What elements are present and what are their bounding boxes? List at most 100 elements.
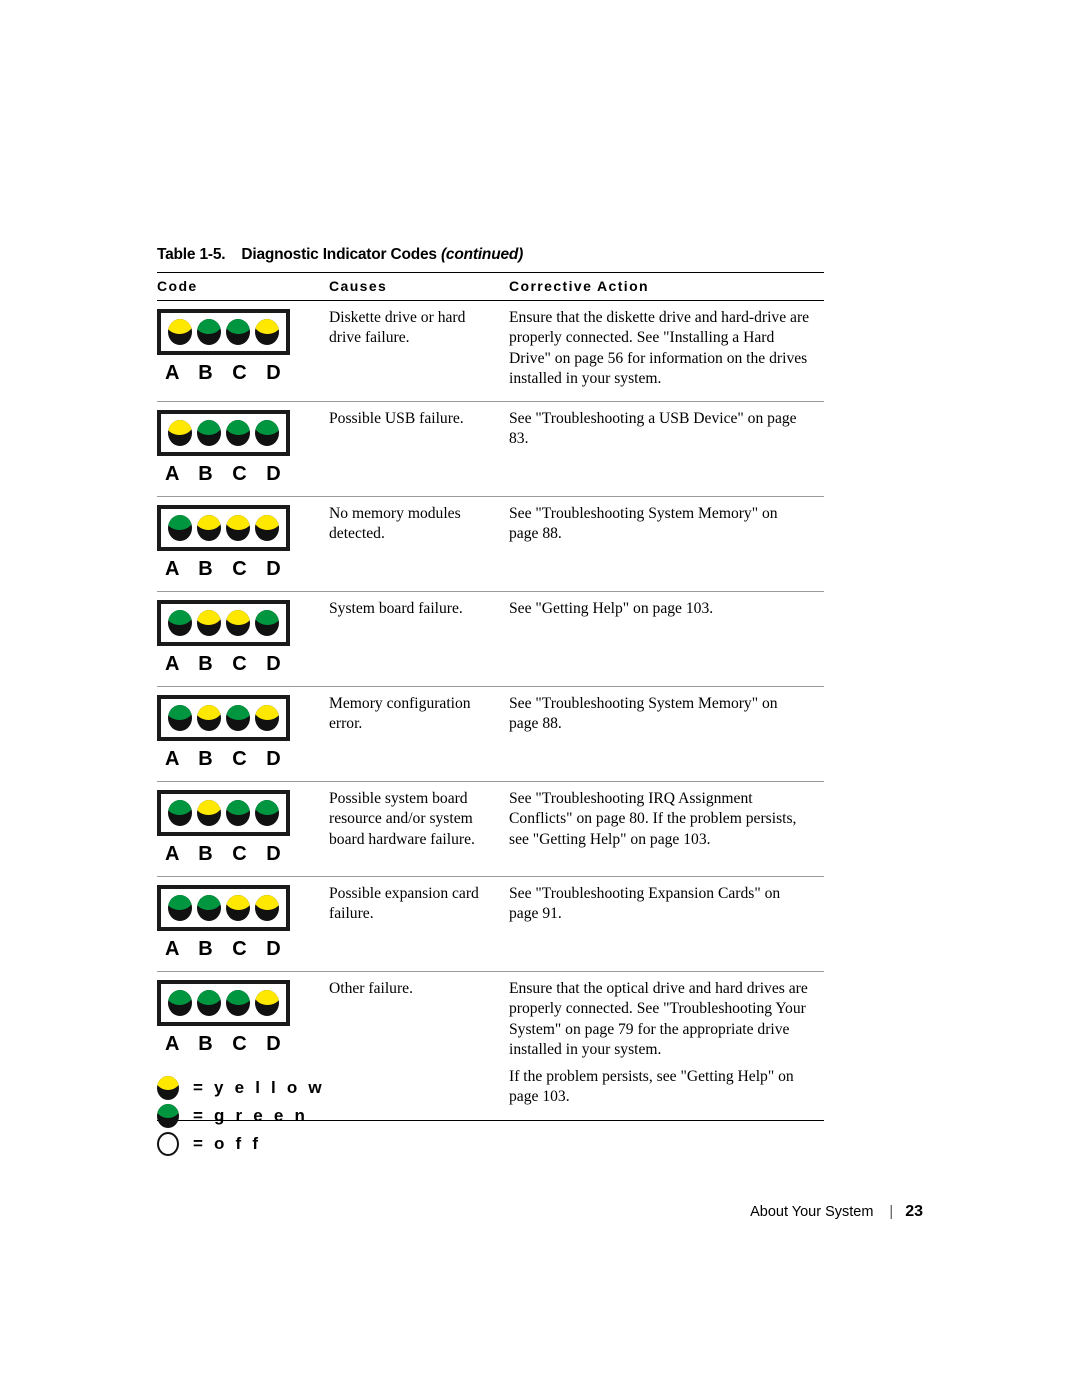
legend-led-green-icon bbox=[157, 1104, 179, 1128]
corrective-action-cell: See "Troubleshooting IRQ Assignment Conf… bbox=[509, 781, 824, 878]
legend-label: = o f f bbox=[193, 1134, 262, 1153]
legend-row: = o f f bbox=[157, 1130, 557, 1158]
led-position-labels: A B C D bbox=[165, 558, 288, 581]
corrective-action-paragraph: Ensure that the diskette drive and hard-… bbox=[509, 309, 810, 387]
corrective-action-cell: See "Troubleshooting System Memory" on p… bbox=[509, 686, 824, 783]
corrective-action-paragraph: Ensure that the optical drive and hard d… bbox=[509, 980, 808, 1058]
led-a-green-icon bbox=[167, 610, 192, 637]
led-indicator-box bbox=[157, 309, 290, 355]
led-b-yellow-icon bbox=[196, 610, 221, 637]
table-row: A B C D No memory modules detected. See "T… bbox=[157, 496, 824, 593]
led-d-yellow-icon bbox=[255, 705, 280, 732]
led-b-yellow-icon bbox=[196, 515, 221, 542]
cause-cell: Possible USB failure. bbox=[329, 401, 509, 498]
led-b-yellow-icon bbox=[196, 705, 221, 732]
table-caption: Table 1-5. Diagnostic Indicator Codes (co… bbox=[157, 246, 523, 264]
corrective-action-paragraph: See "Troubleshooting a USB Device" on pa… bbox=[509, 410, 797, 448]
led-indicator-box bbox=[157, 505, 290, 552]
led-c-green-icon bbox=[226, 319, 251, 345]
led-position-labels: A B C D bbox=[165, 463, 288, 486]
cause-cell: No memory modules detected. bbox=[329, 496, 509, 593]
table-row: A B C D Possible expansion card failure. S… bbox=[157, 876, 824, 973]
led-a-green-icon bbox=[167, 800, 192, 827]
led-d-yellow-icon bbox=[255, 895, 280, 922]
led-b-green-icon bbox=[196, 990, 221, 1017]
led-indicator-box bbox=[157, 600, 290, 647]
legend-led-yellow-icon bbox=[157, 1076, 179, 1100]
legend-led-off-icon bbox=[157, 1132, 179, 1156]
led-c-green-icon bbox=[226, 705, 251, 732]
led-position-labels: A B C D bbox=[165, 1033, 288, 1056]
led-c-yellow-icon bbox=[226, 895, 251, 922]
corrective-action-paragraph: See "Troubleshooting System Memory" on p… bbox=[509, 505, 778, 543]
corrective-action-cell: Ensure that the diskette drive and hard-… bbox=[509, 300, 824, 403]
led-a-green-icon bbox=[167, 990, 192, 1017]
corrective-action-paragraph: See "Troubleshooting System Memory" on p… bbox=[509, 695, 778, 733]
led-c-green-icon bbox=[226, 990, 251, 1017]
footer-page-number: 23 bbox=[905, 1203, 923, 1220]
led-b-yellow-icon bbox=[196, 800, 221, 827]
led-indicator-box bbox=[157, 980, 290, 1027]
led-indicator-box bbox=[157, 885, 290, 932]
led-d-green-icon bbox=[255, 610, 280, 637]
cause-cell: Memory configuration error. bbox=[329, 686, 509, 783]
legend-row: = g r e e n bbox=[157, 1102, 557, 1130]
table-continued-marker: (continued) bbox=[440, 246, 524, 263]
table-row: A B C D Possible USB failure. See "Trouble… bbox=[157, 401, 824, 498]
legend-row: = y e l l o w bbox=[157, 1074, 557, 1102]
led-indicator-box bbox=[157, 790, 290, 837]
column-header-code: Code bbox=[157, 272, 329, 301]
led-b-green-icon bbox=[196, 420, 221, 447]
led-c-green-icon bbox=[226, 800, 251, 827]
footer-separator: | bbox=[889, 1204, 894, 1220]
column-header-causes: Causes bbox=[329, 272, 509, 301]
led-c-yellow-icon bbox=[226, 610, 251, 637]
led-position-labels: A B C D bbox=[165, 843, 288, 866]
led-d-green-icon bbox=[255, 420, 280, 447]
corrective-action-paragraph: See "Getting Help" on page 103. bbox=[509, 600, 714, 618]
code-cell: A B C D bbox=[157, 876, 329, 973]
led-b-green-icon bbox=[196, 895, 221, 922]
led-b-green-icon bbox=[196, 319, 221, 345]
table-row: A B C D System board failure. See "Getting… bbox=[157, 591, 824, 688]
led-indicator-box bbox=[157, 410, 290, 457]
table-body: A B C D Diskette drive or hard drive fail… bbox=[157, 300, 824, 1121]
led-d-yellow-icon bbox=[255, 319, 280, 345]
cause-cell: Possible system board resource and/or sy… bbox=[329, 781, 509, 878]
corrective-action-paragraph: See "Troubleshooting Expansion Cards" on… bbox=[509, 885, 781, 923]
table-title-text: Diagnostic Indicator Codes bbox=[241, 246, 437, 263]
cause-cell: System board failure. bbox=[329, 591, 509, 688]
legend-label: = g r e e n bbox=[193, 1106, 309, 1125]
led-d-yellow-icon bbox=[255, 515, 280, 542]
document-page: Table 1-5. Diagnostic Indicator Codes (co… bbox=[0, 0, 1080, 1397]
corrective-action-cell: See "Troubleshooting a USB Device" on pa… bbox=[509, 401, 824, 498]
code-cell: A B C D bbox=[157, 781, 329, 878]
table-row: A B C D Diskette drive or hard drive fail… bbox=[157, 300, 824, 403]
code-cell: A B C D bbox=[157, 300, 329, 403]
led-a-green-icon bbox=[167, 705, 192, 732]
led-indicator-box bbox=[157, 695, 290, 742]
diagnostic-indicator-codes-table: Code Causes Corrective Action A B C D Dis… bbox=[157, 272, 824, 1121]
led-a-yellow-icon bbox=[167, 420, 192, 447]
column-header-corrective-action: Corrective Action bbox=[509, 272, 824, 301]
table-header-row: Code Causes Corrective Action bbox=[157, 272, 824, 301]
led-position-labels: A B C D bbox=[165, 938, 288, 961]
legend: = y e l l o w = g r e e n = o f f bbox=[157, 1074, 557, 1158]
legend-label: = y e l l o w bbox=[193, 1078, 325, 1097]
code-cell: A B C D bbox=[157, 401, 329, 498]
corrective-action-paragraph: See "Troubleshooting IRQ Assignment Conf… bbox=[509, 790, 797, 848]
corrective-action-cell: See "Getting Help" on page 103. bbox=[509, 591, 824, 688]
led-a-yellow-icon bbox=[167, 319, 192, 345]
code-cell: A B C D bbox=[157, 591, 329, 688]
table-number: Table 1-5. bbox=[157, 246, 226, 263]
led-c-yellow-icon bbox=[226, 515, 251, 542]
footer-chapter-title: About Your System bbox=[750, 1204, 874, 1220]
led-c-green-icon bbox=[226, 420, 251, 447]
led-position-labels: A B C D bbox=[165, 653, 288, 676]
page-footer: About Your System | 23 bbox=[0, 1203, 1080, 1221]
cause-cell: Possible expansion card failure. bbox=[329, 876, 509, 973]
table-row: A B C D Memory configuration error. See "T… bbox=[157, 686, 824, 783]
corrective-action-cell: See "Troubleshooting Expansion Cards" on… bbox=[509, 876, 824, 973]
cause-cell: Diskette drive or hard drive failure. bbox=[329, 300, 509, 403]
led-a-green-icon bbox=[167, 515, 192, 542]
